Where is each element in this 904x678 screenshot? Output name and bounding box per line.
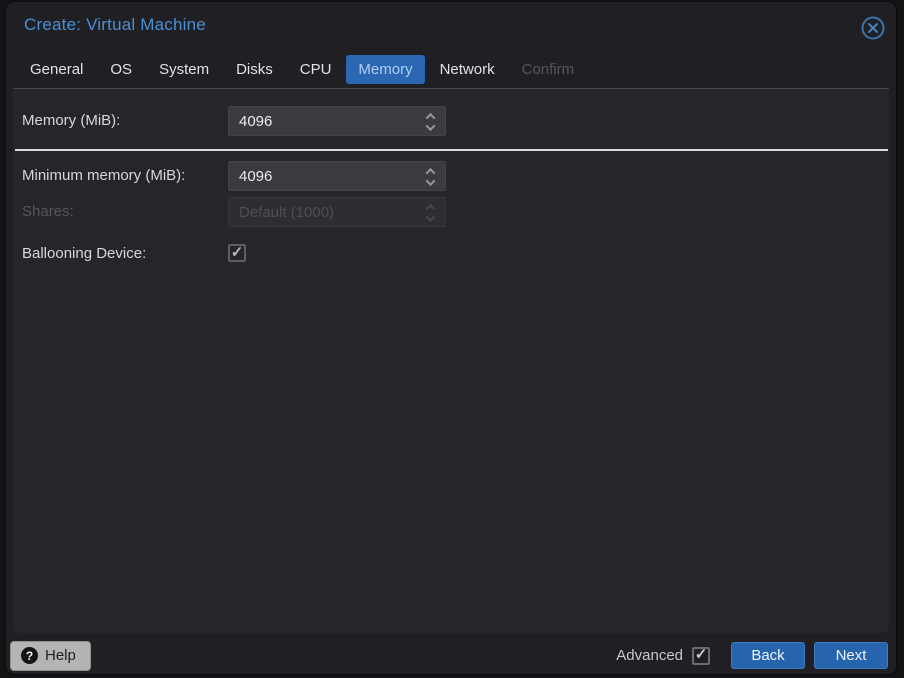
shares-label: Shares: — [22, 203, 74, 220]
dialog-title: Create: Virtual Machine — [24, 15, 206, 34]
dialog-footer: ? Help Advanced ✓ Back Next — [10, 640, 888, 671]
advanced-section-divider — [15, 149, 888, 151]
help-button[interactable]: ? Help — [10, 640, 91, 671]
close-button[interactable] — [860, 15, 886, 41]
check-icon: ✓ — [230, 243, 244, 261]
tab-system[interactable]: System — [147, 55, 221, 84]
advanced-checkbox[interactable]: ✓ — [692, 646, 710, 665]
spinner-down-icon[interactable] — [425, 121, 435, 132]
tab-network[interactable]: Network — [428, 55, 507, 84]
memory-input[interactable] — [229, 107, 415, 135]
memory-form-panel: Memory (MiB): Minimum memory (MiB): — [13, 88, 889, 633]
help-icon: ? — [21, 647, 38, 664]
shares-spinner — [228, 197, 446, 227]
ballooning-label: Ballooning Device: — [22, 245, 147, 262]
tab-disks[interactable]: Disks — [224, 55, 285, 84]
memory-row: Memory (MiB): — [22, 106, 880, 136]
advanced-toggle: Advanced ✓ — [616, 646, 710, 665]
memory-label: Memory (MiB): — [22, 112, 121, 129]
check-icon: ✓ — [694, 646, 708, 663]
ballooning-row: Ballooning Device: ✓ — [22, 239, 880, 269]
min-memory-row: Minimum memory (MiB): — [22, 161, 880, 191]
create-vm-dialog: Create: Virtual Machine General OS Syste… — [6, 2, 896, 674]
min-memory-label: Minimum memory (MiB): — [22, 167, 186, 184]
wizard-tabbar: General OS System Disks CPU Memory Netwo… — [18, 54, 884, 85]
memory-spin-buttons[interactable] — [423, 107, 437, 137]
shares-input — [229, 198, 415, 226]
shares-row: Shares: — [22, 197, 880, 227]
tab-cpu[interactable]: CPU — [288, 55, 344, 84]
tab-os[interactable]: OS — [98, 55, 144, 84]
shares-spin-buttons — [423, 198, 437, 228]
tab-general[interactable]: General — [18, 55, 95, 84]
ballooning-checkbox[interactable]: ✓ — [228, 244, 246, 262]
close-icon — [861, 16, 885, 40]
memory-spinner[interactable] — [228, 106, 446, 136]
back-button[interactable]: Back — [731, 642, 805, 669]
spinner-down-icon — [425, 212, 435, 223]
help-button-label: Help — [45, 647, 76, 664]
spinner-down-icon[interactable] — [425, 176, 435, 187]
min-memory-spin-buttons[interactable] — [423, 162, 437, 192]
tab-memory[interactable]: Memory — [346, 55, 425, 84]
advanced-label: Advanced — [616, 647, 683, 664]
min-memory-input[interactable] — [229, 162, 415, 190]
min-memory-spinner[interactable] — [228, 161, 446, 191]
next-button[interactable]: Next — [814, 642, 888, 669]
tab-confirm: Confirm — [521, 61, 575, 78]
